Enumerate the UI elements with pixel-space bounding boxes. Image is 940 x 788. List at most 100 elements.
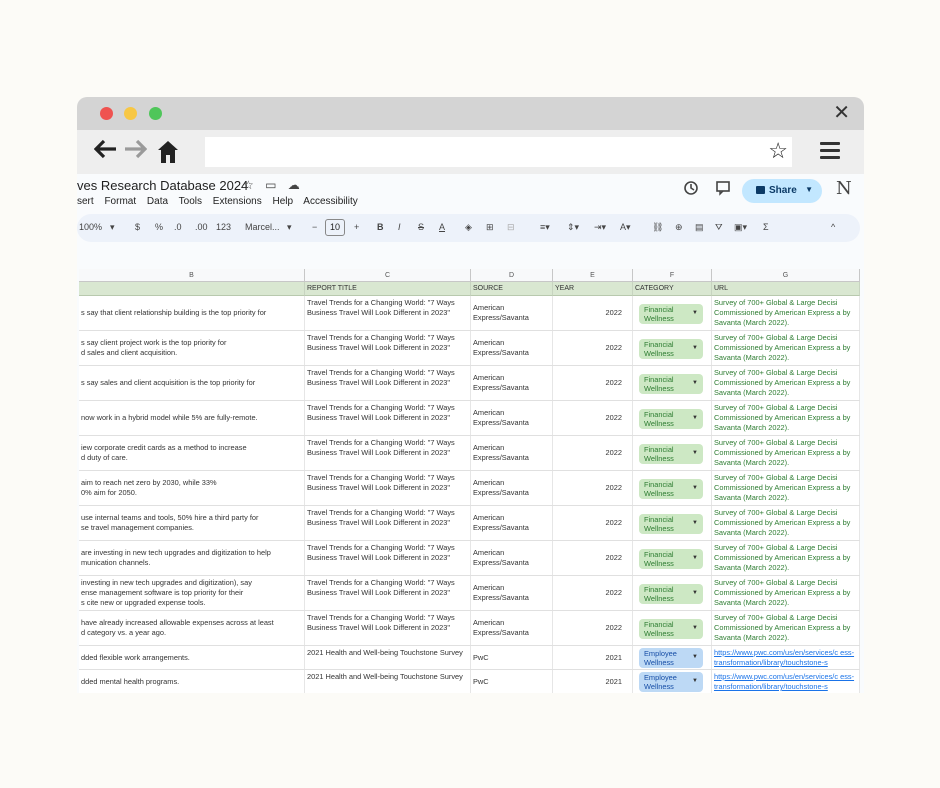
category-chip[interactable]: Financial Wellness ▼ xyxy=(639,374,703,394)
menu-extensions[interactable]: Extensions xyxy=(213,196,262,207)
insert-chart-icon[interactable]: ▤ xyxy=(695,222,704,233)
cell-report-title[interactable]: Travel Trends for a Changing World: "7 W… xyxy=(305,576,471,610)
cell-year[interactable]: 2022 xyxy=(553,576,633,610)
header-cell-source[interactable]: SOURCE xyxy=(471,282,553,296)
cell-year[interactable]: 2022 xyxy=(553,401,633,435)
table-row[interactable]: are investing in new tech upgrades and d… xyxy=(79,541,860,576)
cell-statistic[interactable]: aim to reach net zero by 2030, while 33%… xyxy=(79,471,305,505)
maximize-window-button[interactable] xyxy=(149,107,162,120)
cell-year[interactable]: 2022 xyxy=(553,436,633,470)
table-row[interactable]: dded flexible work arrangements. 2021 Hea… xyxy=(79,646,860,670)
header-cell-url[interactable]: URL xyxy=(712,282,860,296)
functions-button[interactable]: Σ xyxy=(763,222,769,232)
menu-insert[interactable]: sert xyxy=(77,196,94,207)
decrease-decimal-button[interactable]: .0 xyxy=(174,222,182,232)
cell-category[interactable]: Employee Wellness ▼ xyxy=(633,646,712,669)
category-chip[interactable]: Financial Wellness ▼ xyxy=(639,409,703,429)
menu-data[interactable]: Data xyxy=(147,196,168,207)
text-color-button[interactable]: A xyxy=(439,222,445,232)
cell-category[interactable]: Financial Wellness ▼ xyxy=(633,541,712,575)
chevron-down-icon[interactable]: ▾ xyxy=(110,222,115,233)
cell-url[interactable]: Survey of 700+ Global & Large Decisi Com… xyxy=(712,541,860,575)
menu-format[interactable]: Format xyxy=(104,196,136,207)
cell-source[interactable]: American Express/Savanta xyxy=(471,541,553,575)
chevron-down-icon[interactable]: ▼ xyxy=(692,624,698,633)
spreadsheet-grid[interactable]: B C D E F G REPORT TITLE SOURCE YEAR CAT… xyxy=(79,269,860,693)
table-row[interactable]: use internal teams and tools, 50% hire a… xyxy=(79,506,860,541)
category-chip[interactable]: Financial Wellness ▼ xyxy=(639,514,703,534)
share-button[interactable]: Share ▼ xyxy=(742,179,822,203)
increase-font-size-button[interactable]: + xyxy=(354,222,359,232)
currency-format-button[interactable]: $ xyxy=(135,222,140,232)
cell-source[interactable]: American Express/Savanta xyxy=(471,401,553,435)
font-size-input[interactable]: 10 xyxy=(325,219,345,236)
cell-source[interactable]: PwC xyxy=(471,670,553,693)
cell-category[interactable]: Financial Wellness ▼ xyxy=(633,471,712,505)
cell-source[interactable]: American Express/Savanta xyxy=(471,331,553,365)
cell-report-title[interactable]: Travel Trends for a Changing World: "7 W… xyxy=(305,296,471,330)
fill-color-icon[interactable]: ◈ xyxy=(465,222,472,233)
cell-source[interactable]: American Express/Savanta xyxy=(471,611,553,645)
category-chip[interactable]: Employee Wellness ▼ xyxy=(639,648,703,668)
table-row[interactable]: have already increased allowable expense… xyxy=(79,611,860,646)
chevron-down-icon[interactable]: ▼ xyxy=(692,449,698,458)
close-icon[interactable]: ✕ xyxy=(833,102,850,124)
close-window-button[interactable] xyxy=(100,107,113,120)
cell-url[interactable]: Survey of 700+ Global & Large Decisi Com… xyxy=(712,436,860,470)
cell-year[interactable]: 2022 xyxy=(553,366,633,400)
decrease-font-size-button[interactable]: − xyxy=(312,222,317,232)
category-chip[interactable]: Financial Wellness ▼ xyxy=(639,444,703,464)
cell-report-title[interactable]: Travel Trends for a Changing World: "7 W… xyxy=(305,541,471,575)
cell-url[interactable]: Survey of 700+ Global & Large Decisi Com… xyxy=(712,576,860,610)
strikethrough-button[interactable]: S xyxy=(418,222,424,232)
hamburger-menu-icon[interactable] xyxy=(820,142,840,159)
star-icon[interactable]: ☆ xyxy=(243,178,254,192)
table-row[interactable]: dded mental health programs. 2021 Health … xyxy=(79,670,860,693)
cell-report-title[interactable]: 2021 Health and Well-being Touchstone Su… xyxy=(305,646,471,669)
insert-comment-icon[interactable]: ⊕ xyxy=(675,222,683,233)
chevron-down-icon[interactable]: ▼ xyxy=(692,379,698,388)
column-header-e[interactable]: E xyxy=(553,269,633,282)
cell-category[interactable]: Financial Wellness ▼ xyxy=(633,401,712,435)
chevron-down-icon[interactable]: ▼ xyxy=(692,484,698,493)
home-icon[interactable] xyxy=(157,140,179,164)
cell-url[interactable]: Survey of 700+ Global & Large Decisi Com… xyxy=(712,296,860,330)
cell-source[interactable]: American Express/Savanta xyxy=(471,366,553,400)
cell-source[interactable]: American Express/Savanta xyxy=(471,296,553,330)
cell-report-title[interactable]: Travel Trends for a Changing World: "7 W… xyxy=(305,506,471,540)
cell-year[interactable]: 2022 xyxy=(553,611,633,645)
chevron-down-icon[interactable]: ▼ xyxy=(692,519,698,528)
cell-url[interactable]: https://www.pwc.com/us/en/services/c ess… xyxy=(712,646,860,669)
category-chip[interactable]: Financial Wellness ▼ xyxy=(639,339,703,359)
table-row[interactable]: s say client project work is the top pri… xyxy=(79,331,860,366)
category-chip[interactable]: Employee Wellness ▼ xyxy=(639,672,703,692)
cell-year[interactable]: 2022 xyxy=(553,471,633,505)
cell-year[interactable]: 2022 xyxy=(553,541,633,575)
borders-icon[interactable]: ⊞ xyxy=(486,222,494,233)
text-wrap-icon[interactable]: ⇥▾ xyxy=(594,222,606,233)
align-horizontal-icon[interactable]: ≡▾ xyxy=(540,222,550,233)
cell-url[interactable]: Survey of 700+ Global & Large Decisi Com… xyxy=(712,471,860,505)
insert-link-icon[interactable]: ⛓ xyxy=(652,222,663,233)
move-folder-icon[interactable]: ▭ xyxy=(265,178,276,192)
menu-help[interactable]: Help xyxy=(272,196,293,207)
category-chip[interactable]: Financial Wellness ▼ xyxy=(639,584,703,604)
cell-statistic[interactable]: investing in new tech upgrades and digit… xyxy=(79,576,305,610)
cell-category[interactable]: Financial Wellness ▼ xyxy=(633,331,712,365)
forward-arrow-icon[interactable] xyxy=(123,139,148,165)
cell-category[interactable]: Financial Wellness ▼ xyxy=(633,436,712,470)
cell-report-title[interactable]: Travel Trends for a Changing World: "7 W… xyxy=(305,401,471,435)
cell-url[interactable]: https://www.pwc.com/us/en/services/c ess… xyxy=(712,670,860,693)
cell-category[interactable]: Financial Wellness ▼ xyxy=(633,611,712,645)
cell-category[interactable]: Financial Wellness ▼ xyxy=(633,506,712,540)
cell-statistic[interactable]: are investing in new tech upgrades and d… xyxy=(79,541,305,575)
percent-format-button[interactable]: % xyxy=(155,222,163,232)
chevron-down-icon[interactable]: ▼ xyxy=(692,554,698,563)
cell-year[interactable]: 2021 xyxy=(553,646,633,669)
chevron-down-icon[interactable]: ▼ xyxy=(692,414,698,423)
cell-url[interactable]: Survey of 700+ Global & Large Decisi Com… xyxy=(712,401,860,435)
cell-source[interactable]: American Express/Savanta xyxy=(471,576,553,610)
category-chip[interactable]: Financial Wellness ▼ xyxy=(639,479,703,499)
cell-statistic[interactable]: now work in a hybrid model while 5% are … xyxy=(79,401,305,435)
table-row[interactable]: investing in new tech upgrades and digit… xyxy=(79,576,860,611)
